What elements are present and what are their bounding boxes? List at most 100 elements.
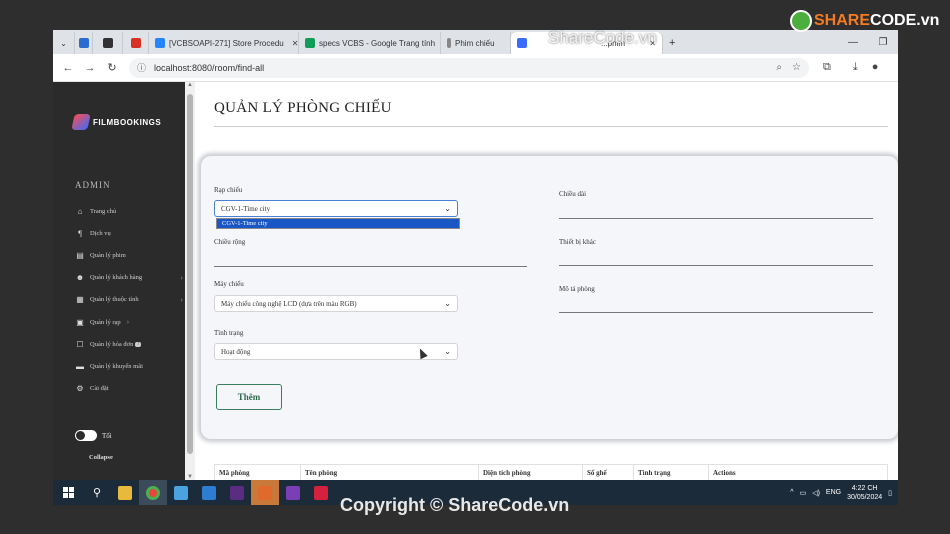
new-tab-button[interactable]: + [663,32,681,54]
rooms-table-header: Mã phòng Tên phòng Diện tích phòng Số gh… [214,464,888,480]
sidebar-item-customers[interactable]: ☻ Quản lý khách hàng › [75,267,183,289]
description-label: Mô tả phòng [559,285,595,293]
profile-icon[interactable]: ● [872,61,879,74]
app: FILMBOOKINGS ADMIN ⌂ Trang chủ ¶ Dịch vụ ▤… [53,82,898,480]
download-icon[interactable]: ⤓ [853,61,858,74]
dropdown-option-label: CGV-1-Time city [222,220,268,227]
sidebar: FILMBOOKINGS ADMIN ⌂ Trang chủ ¶ Dịch vụ ▤… [53,82,185,480]
app-icon[interactable] [223,480,251,505]
sidebar-item-label: Trang chủ [90,207,117,215]
description-field[interactable] [559,312,873,313]
cinema-label: Rạp chiếu [214,186,243,194]
gmail-icon [131,38,141,48]
invoice-badge: ! [135,341,142,347]
maximize-icon[interactable]: ❐ [868,37,898,48]
tab-label: specs VCBS - Google Trang tính [319,38,436,48]
column-header[interactable]: Actions [709,465,887,480]
sidebar-item-services[interactable]: ¶ Dịch vụ [75,222,183,244]
sidebar-item-promotions[interactable]: ▬ Quản lý khuyến mãi [75,355,183,377]
users-icon: ☻ [75,273,85,283]
sidebar-item-label: Quản lý thuộc tính [90,296,139,304]
logo-text: FILMBOOKINGS [93,117,162,127]
zoom-icon[interactable]: ⌕ [776,62,782,73]
extensions-icon[interactable]: ⧉ [823,61,831,74]
tab-5[interactable]: Phim chiếu [441,32,511,54]
sidebar-item-invoices[interactable]: ☐ Quản lý hóa đơn! [75,333,183,355]
window-controls: — ❐ [838,30,898,54]
sidebar-item-cinemas[interactable]: ▣ Quản lý rạp › [75,311,183,333]
network-icon[interactable]: ▭ [800,489,807,497]
sidebar-item-label: Quản lý khách hàng [90,274,143,282]
brand-part-b: CODE.vn [870,12,940,29]
sidebar-item-attributes[interactable]: ▦ Quản lý thuộc tính › [75,289,183,311]
bookmark-star-icon[interactable]: ☆ [792,62,801,73]
scroll-up-icon[interactable]: ▲ [185,82,195,88]
scrollbar-thumb[interactable] [187,94,193,454]
tab-0[interactable] [75,32,93,54]
cinema-select[interactable]: CGV-1-Time city ⌄ [214,200,458,217]
add-room-button[interactable]: Thêm [216,384,282,410]
status-select-value: Hoạt động [221,347,251,356]
tab-3[interactable]: [VCBSOAPI-271] Store Procedu ✕ [149,32,299,54]
photos-icon[interactable] [167,480,195,505]
main-content: QUẢN LÝ PHÒNG CHIẾU Rạp chiếu CGV-1-Time… [195,82,898,480]
theme-toggle[interactable]: Tối [75,430,112,441]
system-tray: ^ ▭ ◁) ENG 4:22 CH 30/05/2024 ▯ [790,484,898,502]
sidebar-item-home[interactable]: ⌂ Trang chủ [75,200,183,222]
forward-icon[interactable]: → [79,62,101,74]
volume-icon[interactable]: ◁) [812,489,820,497]
file-explorer-icon[interactable] [111,480,139,505]
column-header[interactable]: Diện tích phòng [479,465,583,480]
favicon-icon [517,38,527,48]
tab-label: [VCBSOAPI-271] Store Procedu [169,38,284,48]
sidebar-item-films[interactable]: ▤ Quản lý phim [75,244,183,266]
column-header[interactable]: Mã phòng [215,465,301,480]
column-header[interactable]: Tên phòng [301,465,479,480]
chrome-icon[interactable] [139,480,167,505]
app-icon[interactable] [307,480,335,505]
sidebar-item-settings[interactable]: ⚙ Cài đặt [75,378,183,400]
site-info-icon[interactable]: ⓘ [137,61,146,74]
reload-icon[interactable]: ↻ [101,61,123,74]
tab-1[interactable] [93,32,123,54]
projector-select[interactable]: Máy chiếu công nghệ LCD (dựa trên màu RG… [214,295,458,312]
close-icon[interactable]: ✕ [292,39,298,48]
notification-icon[interactable]: ▯ [888,489,892,497]
film-icon: ▤ [76,250,84,260]
app-icon[interactable] [251,480,279,505]
length-field[interactable] [559,218,873,219]
language-indicator[interactable]: ENG [826,489,841,496]
logo[interactable]: FILMBOOKINGS [71,114,162,130]
grid-icon: ▦ [76,295,84,305]
minimize-icon[interactable]: — [838,37,868,48]
width-field[interactable] [214,266,527,267]
windows-start-icon[interactable] [53,480,83,505]
sidebar-menu: ⌂ Trang chủ ¶ Dịch vụ ▤ Quản lý phim ☻ Quản … [75,200,183,400]
sidebar-item-label: Quản lý hóa đơn [90,340,134,348]
back-icon[interactable]: ← [57,62,79,74]
chevron-down-icon: ⌄ [444,347,451,356]
length-label: Chiều dài [559,190,587,198]
sidebar-scrollbar[interactable]: ▲ ▼ [185,82,195,480]
sidebar-item-label: Dịch vụ [90,229,111,237]
tab-4[interactable]: specs VCBS - Google Trang tính✕ [299,32,441,54]
brand-part-a: SHARE [814,12,871,29]
watermark-bottom: Copyright © ShareCode.vn [340,495,570,515]
cinema-dropdown-option[interactable]: CGV-1-Time city [216,218,460,229]
equipment-field[interactable] [559,265,873,266]
collapse-button[interactable]: Collapse [89,454,113,461]
url-field[interactable]: ⓘ localhost:8080/room/find-all ⌕ ☆ [129,57,809,78]
column-header[interactable]: Tình trạng [634,465,709,480]
tab-menu[interactable]: ⌄ [53,32,75,54]
column-header[interactable]: Số ghế [583,465,634,480]
favicon-icon [447,38,451,48]
ide-icon[interactable] [279,480,307,505]
app-icon[interactable] [195,480,223,505]
globe-icon [790,10,812,32]
projector-select-value: Máy chiếu công nghệ LCD (dựa trên màu RG… [221,299,357,308]
clock[interactable]: 4:22 CH 30/05/2024 [847,484,882,502]
toggle-switch[interactable] [75,430,97,441]
search-icon[interactable]: ⚲ [83,480,111,505]
chevron-up-icon[interactable]: ^ [790,489,793,496]
tab-2[interactable] [123,32,149,54]
